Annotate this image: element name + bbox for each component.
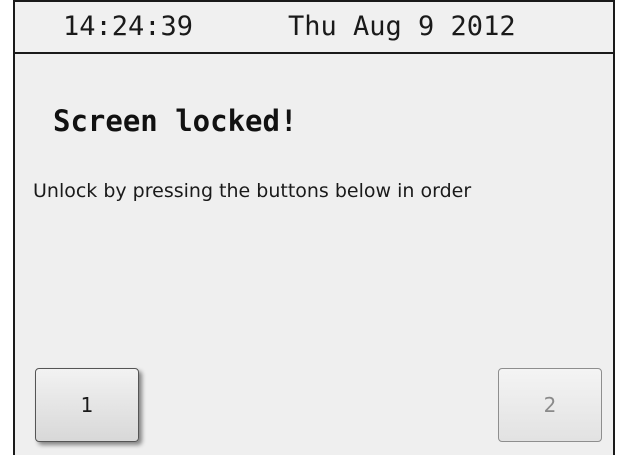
unlock-button-2[interactable]: 2 xyxy=(498,368,602,442)
lock-title: Screen locked! xyxy=(53,104,298,138)
lock-screen: 14:24:39 Thu Aug 9 2012 Screen locked! U… xyxy=(13,0,615,455)
unlock-button-1[interactable]: 1 xyxy=(35,368,139,442)
unlock-button-1-label: 1 xyxy=(80,393,94,417)
unlock-button-2-label: 2 xyxy=(543,393,557,417)
status-bar: 14:24:39 Thu Aug 9 2012 xyxy=(15,2,613,54)
clock-date: Thu Aug 9 2012 xyxy=(288,11,516,42)
unlock-instructions: Unlock by pressing the buttons below in … xyxy=(33,180,472,202)
clock-time: 14:24:39 xyxy=(63,11,194,42)
